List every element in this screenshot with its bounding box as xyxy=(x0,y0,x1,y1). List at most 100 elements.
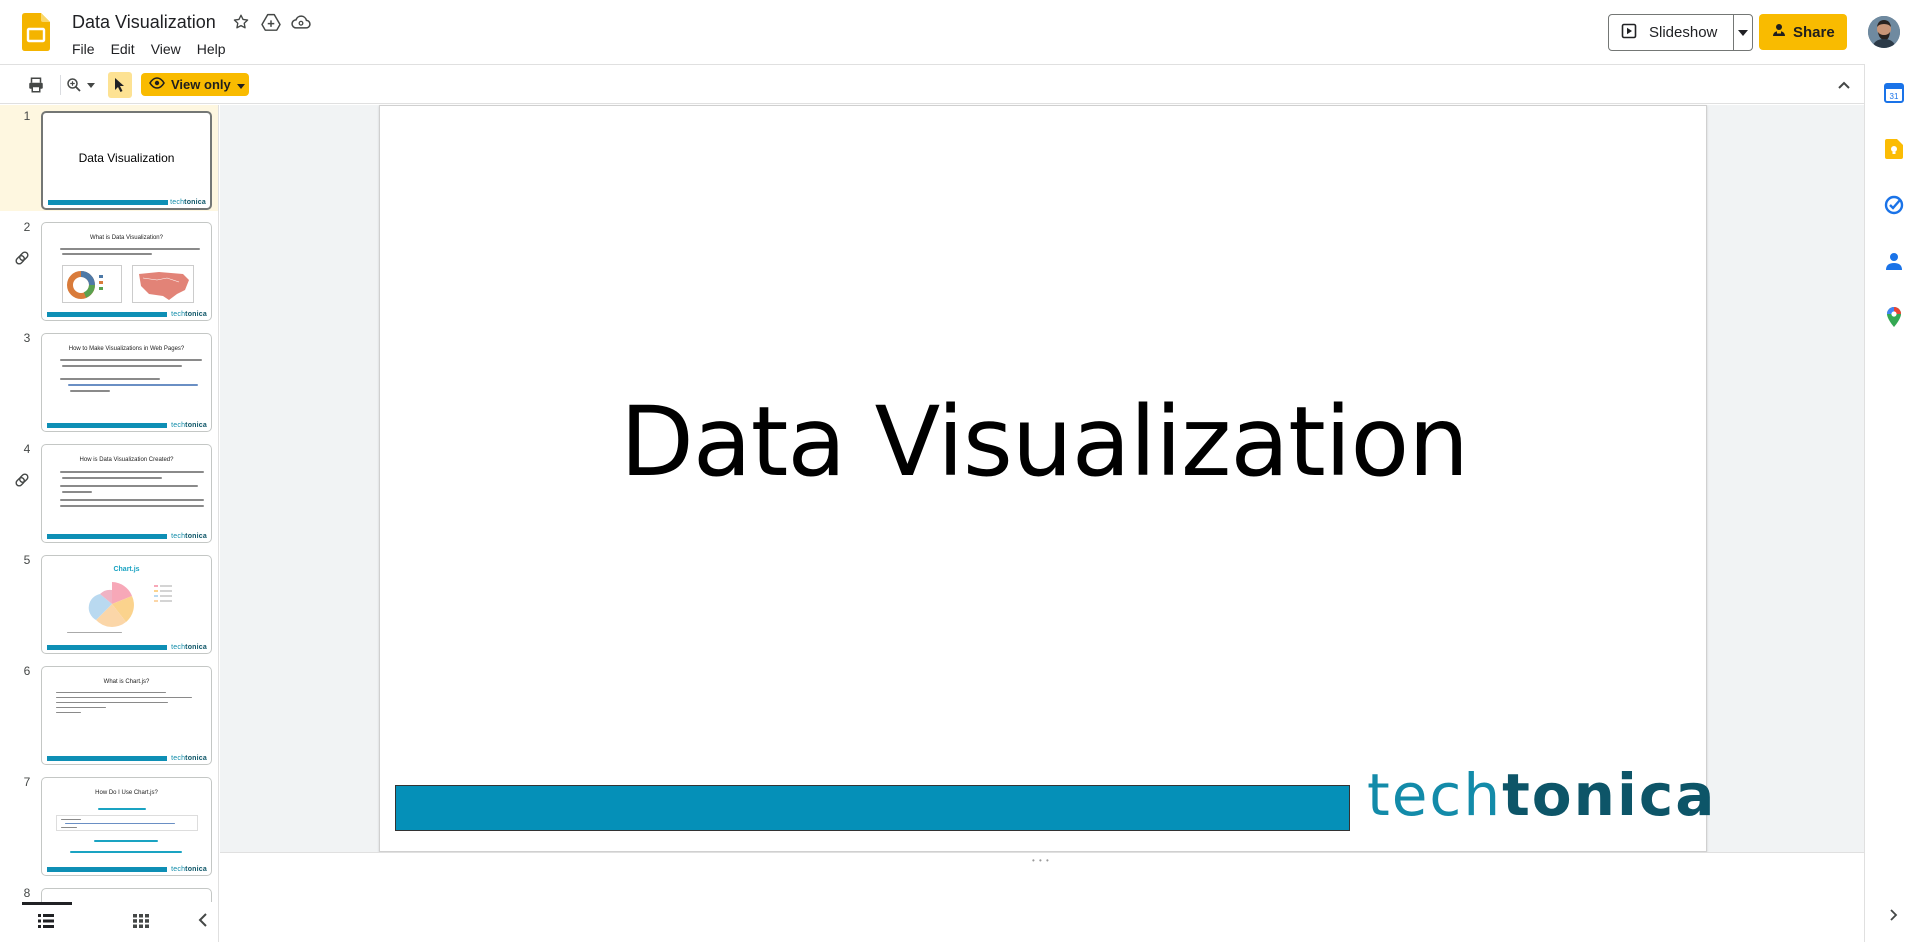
filmstrip-view-list-icon[interactable] xyxy=(38,914,54,933)
calendar-icon[interactable]: 31 xyxy=(1883,82,1905,104)
tasks-icon[interactable] xyxy=(1883,194,1905,216)
filmstrip-slide-5[interactable]: 5 Chart.js techtonica xyxy=(0,549,218,655)
menu-help[interactable]: Help xyxy=(189,36,234,62)
thumbnail-brand-logo: techtonica xyxy=(171,644,207,651)
thumbnail-text-line xyxy=(62,477,162,479)
slide-thumbnail[interactable]: How is Data Visualization Created? techt… xyxy=(41,444,212,543)
slide-number: 6 xyxy=(23,664,31,678)
collapse-filmstrip-chevron-left-icon[interactable] xyxy=(198,913,208,932)
filmstrip-slide-4[interactable]: 4 How is Data Visualization Created? tec… xyxy=(0,438,218,544)
thumbnail-title: Data Visualization xyxy=(78,151,175,165)
thumbnail-text-line xyxy=(60,378,160,380)
thumbnail-text-line xyxy=(62,253,152,255)
slides-logo-icon[interactable] xyxy=(22,13,50,51)
slide-number: 8 xyxy=(23,886,31,900)
share-label: Share xyxy=(1793,23,1835,41)
thumbnail-text-line xyxy=(56,712,81,713)
thumbnail-text-line xyxy=(67,632,122,633)
view-only-label: View only xyxy=(171,77,231,92)
thumbnail-brand-logo: techtonica xyxy=(170,199,206,206)
grid-view-icon[interactable] xyxy=(133,914,149,933)
thumbnail-text-line xyxy=(68,384,198,386)
thumbnail-text-line xyxy=(62,491,92,493)
link-icon xyxy=(14,472,30,488)
filmstrip-slide-6[interactable]: 6 What is Chart.js? techtonica xyxy=(0,660,218,766)
thumbnail-brand-logo: techtonica xyxy=(171,422,207,429)
filmstrip-slide-7[interactable]: 7 How Do I Use Chart.js? techtonica xyxy=(0,771,218,877)
notes-resize-handle[interactable]: • • • xyxy=(1032,856,1050,865)
thumbnail-polar-chart xyxy=(82,578,142,635)
filmstrip-footer xyxy=(0,902,219,942)
thumbnail-brand-bar xyxy=(47,534,167,539)
thumbnail-text-line xyxy=(94,840,158,842)
slide-thumbnail[interactable]: What is Data Visualization? techtonica xyxy=(41,222,212,321)
move-to-drive-icon[interactable] xyxy=(260,11,282,33)
thumbnail-brand-bar xyxy=(47,423,167,428)
app-header: Data Visualization File Edit View Help S… xyxy=(0,0,1920,64)
link-icon xyxy=(14,250,30,266)
share-button[interactable]: Share xyxy=(1759,14,1847,50)
select-tool-cursor-icon[interactable] xyxy=(108,72,132,98)
menu-bar: File Edit View Help xyxy=(64,36,234,62)
menu-file[interactable]: File xyxy=(64,36,103,62)
contacts-icon[interactable] xyxy=(1883,250,1905,272)
thumbnail-brand-bar xyxy=(47,756,167,761)
slide-thumbnail[interactable]: How Do I Use Chart.js? techtonica xyxy=(41,777,212,876)
current-slide[interactable]: Data Visualization techtonica xyxy=(379,105,1714,852)
slide-thumbnail[interactable]: What is Chart.js? techtonica xyxy=(41,666,212,765)
eye-icon xyxy=(149,77,165,92)
account-avatar[interactable] xyxy=(1868,16,1900,48)
slide-filmstrip: 1 Data Visualization techtonica 2 What i… xyxy=(0,105,219,902)
slide-brand-bar xyxy=(395,785,1350,831)
slide-thumbnail[interactable] xyxy=(41,888,212,902)
collapse-toolbar-chevron-up-icon[interactable] xyxy=(1832,73,1856,97)
slide-thumbnail[interactable]: How to Make Visualizations in Web Pages?… xyxy=(41,333,212,432)
star-icon[interactable] xyxy=(230,11,252,33)
slide-thumbnail[interactable]: Data Visualization techtonica xyxy=(41,111,212,210)
toolbar-divider xyxy=(60,75,61,95)
maps-icon[interactable] xyxy=(1883,306,1905,328)
zoom-icon[interactable] xyxy=(62,73,86,97)
thumbnail-text-line xyxy=(60,248,200,250)
thumbnail-text-line xyxy=(56,697,192,698)
thumbnail-text-line xyxy=(98,808,146,810)
thumbnail-title: Chart.js xyxy=(113,566,140,573)
thumbnail-text-line xyxy=(56,707,106,708)
expand-side-panel-chevron-right-icon[interactable] xyxy=(1883,904,1905,926)
thumbnail-brand-bar xyxy=(48,200,168,205)
filmstrip-slide-2[interactable]: 2 What is Data Visualization? techtonica xyxy=(0,216,218,322)
techtonica-logo: techtonica xyxy=(1367,761,1717,829)
slide-thumbnail[interactable]: Chart.js techtonica xyxy=(41,555,212,654)
svg-text:31: 31 xyxy=(1890,92,1899,101)
slide-title[interactable]: Data Visualization xyxy=(380,386,1708,498)
speaker-notes-panel[interactable]: • • • xyxy=(220,852,1864,942)
filmstrip-slide-3[interactable]: 3 How to Make Visualizations in Web Page… xyxy=(0,327,218,433)
thumbnail-text-line xyxy=(56,692,166,693)
document-title[interactable]: Data Visualization xyxy=(72,10,216,34)
chevron-down-icon xyxy=(1738,29,1748,36)
thumbnail-title: How Do I Use Chart.js? xyxy=(95,790,158,796)
thumbnail-brand-logo: techtonica xyxy=(171,533,207,540)
slide-number: 3 xyxy=(23,331,31,345)
thumbnail-brand-logo: techtonica xyxy=(171,755,207,762)
thumbnail-brand-logo: techtonica xyxy=(171,866,207,873)
filmstrip-slide-1[interactable]: 1 Data Visualization techtonica xyxy=(0,105,218,211)
menu-edit[interactable]: Edit xyxy=(103,36,143,62)
zoom-dropdown-chevron-down-icon[interactable] xyxy=(84,73,98,97)
thumbnail-brand-bar xyxy=(47,867,167,872)
thumbnail-title: How to Make Visualizations in Web Pages? xyxy=(68,346,185,352)
active-view-indicator xyxy=(22,902,72,905)
menu-view[interactable]: View xyxy=(143,36,189,62)
keep-icon[interactable] xyxy=(1883,138,1905,160)
slide-number: 1 xyxy=(23,109,31,123)
slide-number: 2 xyxy=(23,220,31,234)
view-only-mode-button[interactable]: View only xyxy=(141,73,249,96)
side-panel: 31 xyxy=(1864,64,1920,942)
print-icon[interactable] xyxy=(24,73,48,97)
cloud-saved-icon[interactable] xyxy=(290,11,312,33)
slide-number: 7 xyxy=(23,775,31,789)
slideshow-button[interactable]: Slideshow xyxy=(1608,14,1734,51)
slide-number: 5 xyxy=(23,553,31,567)
filmstrip-slide-8[interactable]: 8 xyxy=(0,882,218,902)
slideshow-options-button[interactable] xyxy=(1733,14,1753,51)
